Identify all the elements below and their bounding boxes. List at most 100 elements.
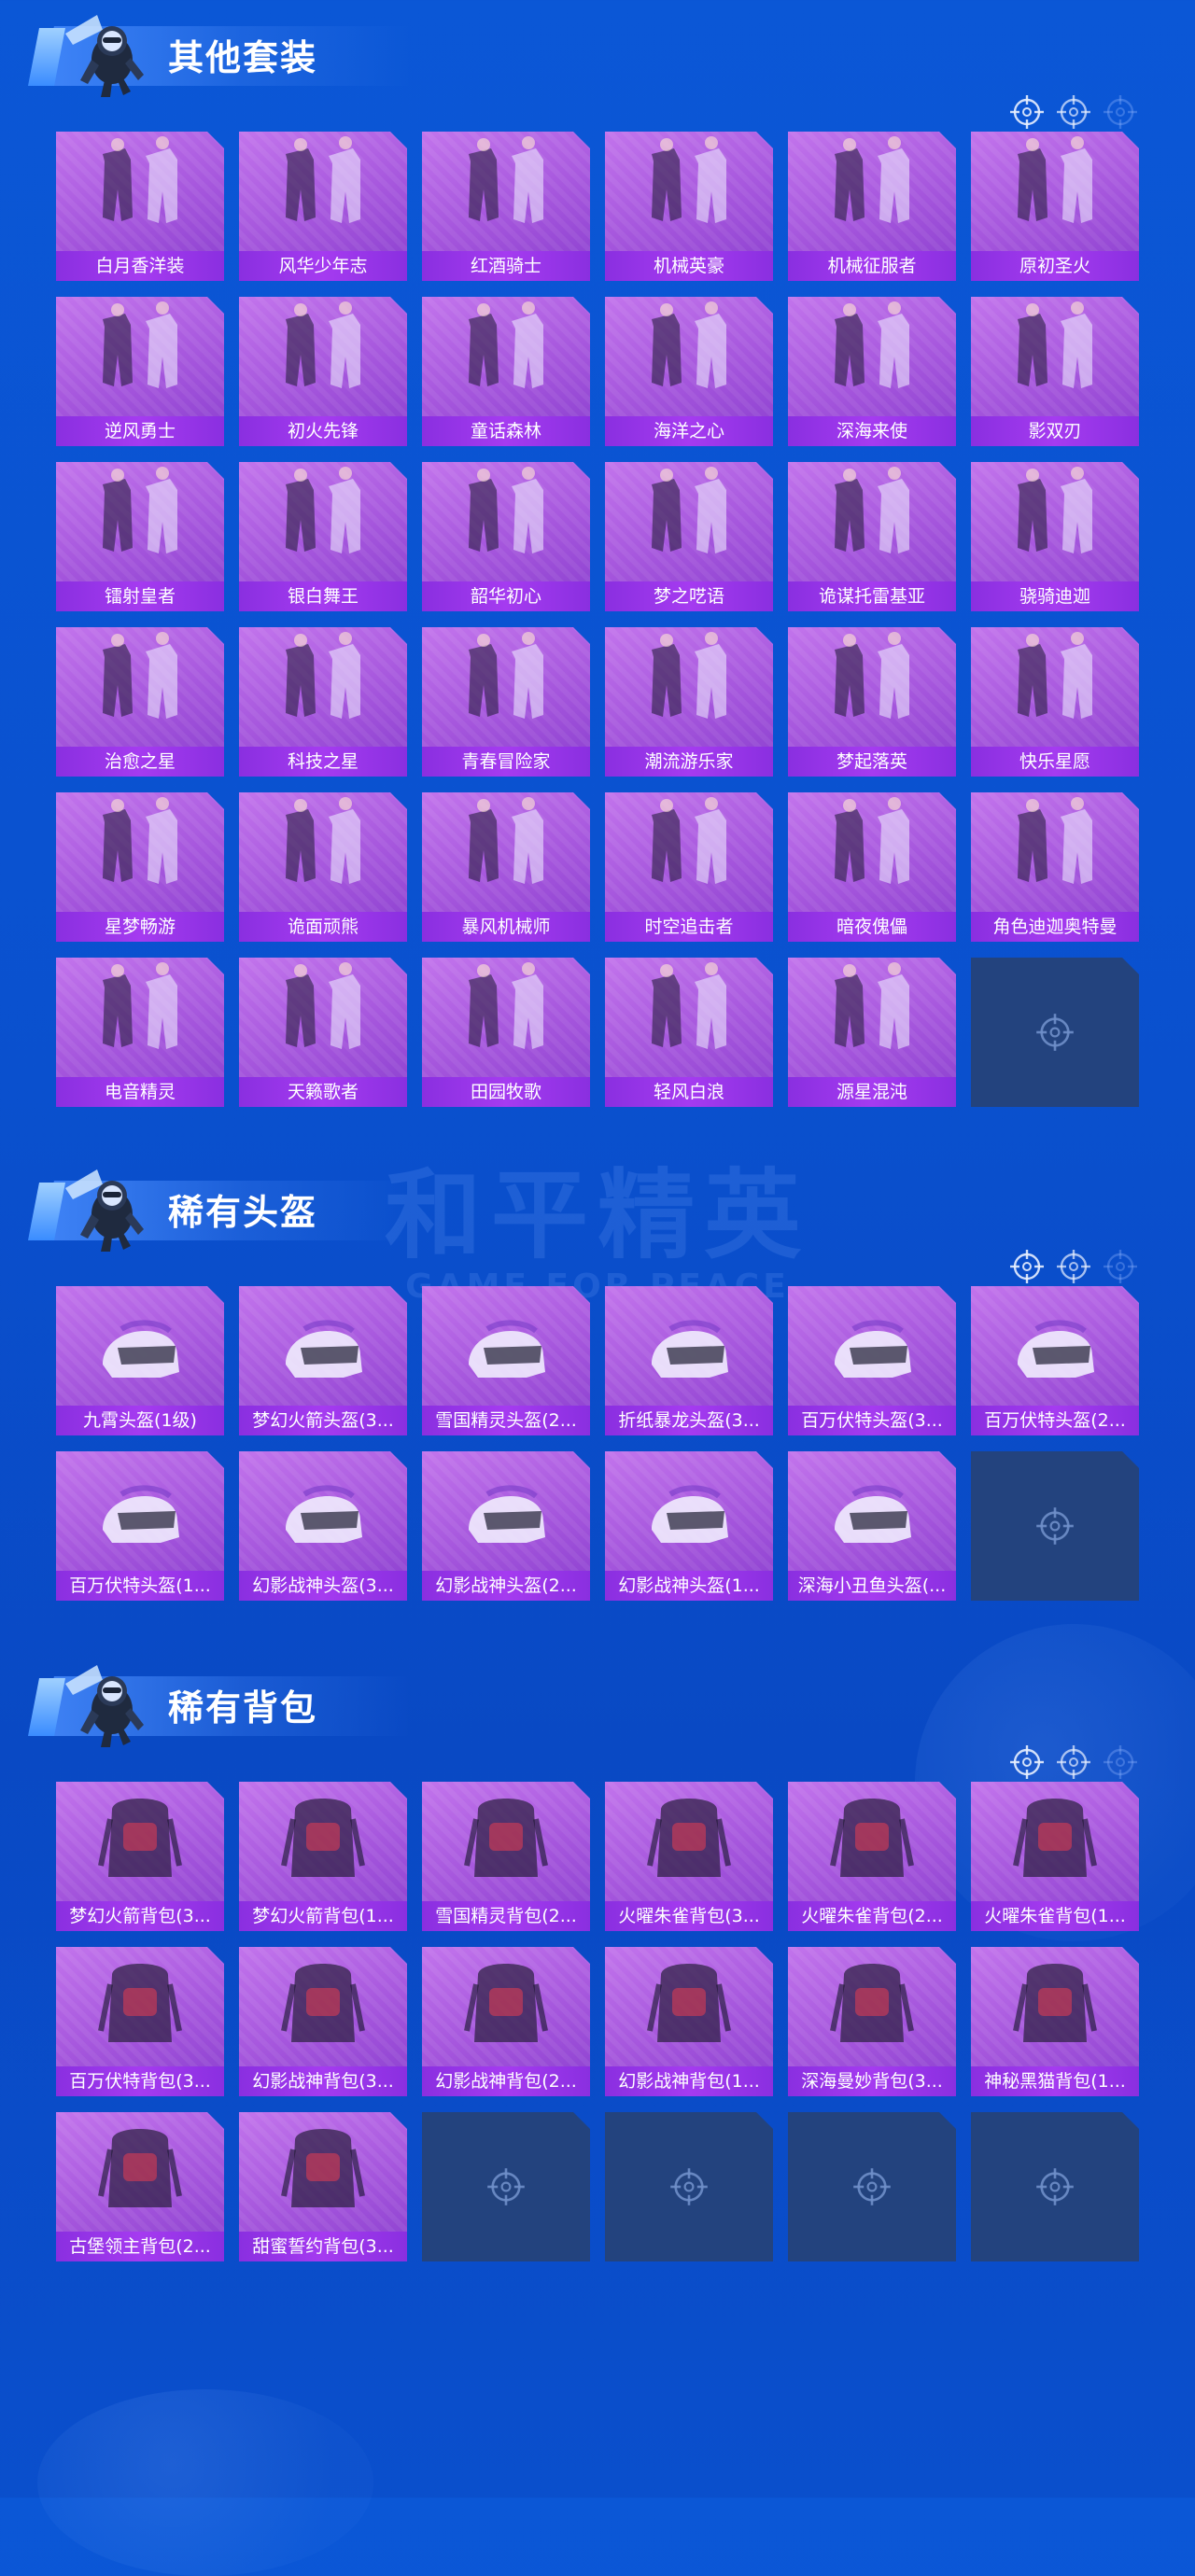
- item-card[interactable]: 源星混沌: [788, 958, 956, 1107]
- item-card[interactable]: 轻风白浪: [605, 958, 773, 1107]
- crosshair-icon: [1057, 1250, 1090, 1283]
- section-header-icons: [1008, 93, 1167, 133]
- item-card[interactable]: 影双刃: [971, 297, 1139, 446]
- outfit-image: [1018, 301, 1092, 388]
- item-card[interactable]: 银白舞王: [239, 462, 407, 611]
- helmet-image: [652, 1320, 728, 1378]
- item-name: 百万伏特头盔(2...: [971, 1406, 1139, 1435]
- item-card[interactable]: 逆风勇士: [56, 297, 224, 446]
- crosshair-icon: [1010, 1250, 1044, 1283]
- item-card[interactable]: 电音精灵: [56, 958, 224, 1107]
- item-card[interactable]: 梦幻火箭背包(1...: [239, 1782, 407, 1931]
- helmet-image: [835, 1485, 911, 1543]
- item-card[interactable]: 治愈之星: [56, 627, 224, 777]
- outfit-image: [103, 962, 177, 1049]
- item-card[interactable]: 九霄头盔(1级): [56, 1286, 224, 1435]
- item-card[interactable]: 火曜朱雀背包(2...: [788, 1782, 956, 1931]
- item-card[interactable]: 深海曼妙背包(3...: [788, 1947, 956, 2096]
- item-card[interactable]: 幻影战神背包(3...: [239, 1947, 407, 2096]
- item-name: 轻风白浪: [605, 1077, 773, 1107]
- empty-slot: [971, 958, 1139, 1107]
- section-title: 稀有背包: [168, 1687, 318, 1729]
- outfit-image: [103, 632, 177, 719]
- item-card[interactable]: 深海来使: [788, 297, 956, 446]
- item-card[interactable]: 镭射皇者: [56, 462, 224, 611]
- outfit-image: [1018, 467, 1092, 553]
- item-name: 古堡领主背包(2...: [56, 2232, 224, 2261]
- crosshair-icon: [1104, 1250, 1137, 1283]
- item-name: 幻影战神背包(1...: [605, 2066, 773, 2096]
- item-card[interactable]: 折纸暴龙头盔(3...: [605, 1286, 773, 1435]
- item-card[interactable]: 童话森林: [422, 297, 590, 446]
- item-card[interactable]: 角色迪迦奥特曼: [971, 792, 1139, 942]
- item-card[interactable]: 深海小丑鱼头盔(...: [788, 1451, 956, 1601]
- item-card[interactable]: 百万伏特头盔(1...: [56, 1451, 224, 1601]
- outfit-image: [469, 301, 543, 388]
- item-card[interactable]: 梦幻火箭头盔(3...: [239, 1286, 407, 1435]
- item-name: 深海小丑鱼头盔(...: [788, 1571, 956, 1601]
- item-card[interactable]: 暴风机械师: [422, 792, 590, 942]
- item-card[interactable]: 甜蜜誓约背包(3...: [239, 2112, 407, 2261]
- item-card[interactable]: 梦之呓语: [605, 462, 773, 611]
- item-card[interactable]: 机械英豪: [605, 132, 773, 281]
- item-card[interactable]: 海洋之心: [605, 297, 773, 446]
- outfit-image: [835, 797, 909, 884]
- item-name: 治愈之星: [56, 747, 224, 777]
- section-header: 稀有头盔: [0, 1155, 1195, 1283]
- item-card[interactable]: 天籁歌者: [239, 958, 407, 1107]
- item-card[interactable]: 幻影战神头盔(3...: [239, 1451, 407, 1601]
- item-card[interactable]: 潮流游乐家: [605, 627, 773, 777]
- parachute-mascot-icon: [65, 1665, 144, 1747]
- item-card[interactable]: 雪国精灵头盔(2...: [422, 1286, 590, 1435]
- item-card[interactable]: 幻影战神头盔(2...: [422, 1451, 590, 1601]
- item-name: 折纸暴龙头盔(3...: [605, 1406, 773, 1435]
- item-card[interactable]: 青春冒险家: [422, 627, 590, 777]
- item-card[interactable]: 骁骑迪迦: [971, 462, 1139, 611]
- item-name: 童话森林: [422, 416, 590, 446]
- item-card[interactable]: 红酒骑士: [422, 132, 590, 281]
- item-card[interactable]: 初火先锋: [239, 297, 407, 446]
- item-card[interactable]: 诡谋托雷基亚: [788, 462, 956, 611]
- item-card[interactable]: 诡面顽熊: [239, 792, 407, 942]
- item-card[interactable]: 雪国精灵背包(2...: [422, 1782, 590, 1931]
- item-card[interactable]: 田园牧歌: [422, 958, 590, 1107]
- item-card[interactable]: 幻影战神头盔(1...: [605, 1451, 773, 1601]
- item-card[interactable]: 幻影战神背包(1...: [605, 1947, 773, 2096]
- item-card[interactable]: 幻影战神背包(2...: [422, 1947, 590, 2096]
- item-card[interactable]: 百万伏特头盔(3...: [788, 1286, 956, 1435]
- item-card[interactable]: 科技之星: [239, 627, 407, 777]
- item-card[interactable]: 风华少年志: [239, 132, 407, 281]
- item-card[interactable]: 暗夜傀儡: [788, 792, 956, 942]
- item-card[interactable]: 火曜朱雀背包(3...: [605, 1782, 773, 1931]
- crosshair-icon: [670, 2168, 708, 2205]
- item-card[interactable]: 白月香洋装: [56, 132, 224, 281]
- item-name: 梦幻火箭背包(1...: [239, 1901, 407, 1931]
- item-name: 韶华初心: [422, 581, 590, 611]
- item-card[interactable]: 梦起落英: [788, 627, 956, 777]
- item-card[interactable]: 原初圣火: [971, 132, 1139, 281]
- item-card[interactable]: 神秘黑猫背包(1...: [971, 1947, 1139, 2096]
- watermark-subtitle: GAME FOR PEACE: [405, 1267, 790, 1306]
- item-card[interactable]: 星梦畅游: [56, 792, 224, 942]
- page: 和平精英 GAME FOR PEACE 其他套装 白月香洋装 风华少年志 红酒骑士 机械…: [0, 0, 1195, 2576]
- item-card[interactable]: 机械征服者: [788, 132, 956, 281]
- item-card[interactable]: 火曜朱雀背包(1...: [971, 1782, 1139, 1931]
- crosshair-icon: [1104, 95, 1137, 129]
- item-card[interactable]: 古堡领主背包(2...: [56, 2112, 224, 2261]
- outfit-image: [652, 962, 726, 1049]
- item-card[interactable]: 时空追击者: [605, 792, 773, 942]
- item-card[interactable]: 快乐星愿: [971, 627, 1139, 777]
- item-name: 角色迪迦奥特曼: [971, 912, 1139, 942]
- item-card[interactable]: 百万伏特头盔(2...: [971, 1286, 1139, 1435]
- item-card[interactable]: 韶华初心: [422, 462, 590, 611]
- crosshair-icon: [487, 2168, 525, 2205]
- item-name: 机械征服者: [788, 251, 956, 281]
- item-name: 青春冒险家: [422, 747, 590, 777]
- item-name: 电音精灵: [56, 1077, 224, 1107]
- outfit-image: [469, 136, 543, 223]
- outfit-image: [1018, 136, 1092, 223]
- item-card[interactable]: 百万伏特背包(3...: [56, 1947, 224, 2096]
- item-name: 潮流游乐家: [605, 747, 773, 777]
- parachute-mascot-icon: [65, 1169, 144, 1252]
- item-card[interactable]: 梦幻火箭背包(3...: [56, 1782, 224, 1931]
